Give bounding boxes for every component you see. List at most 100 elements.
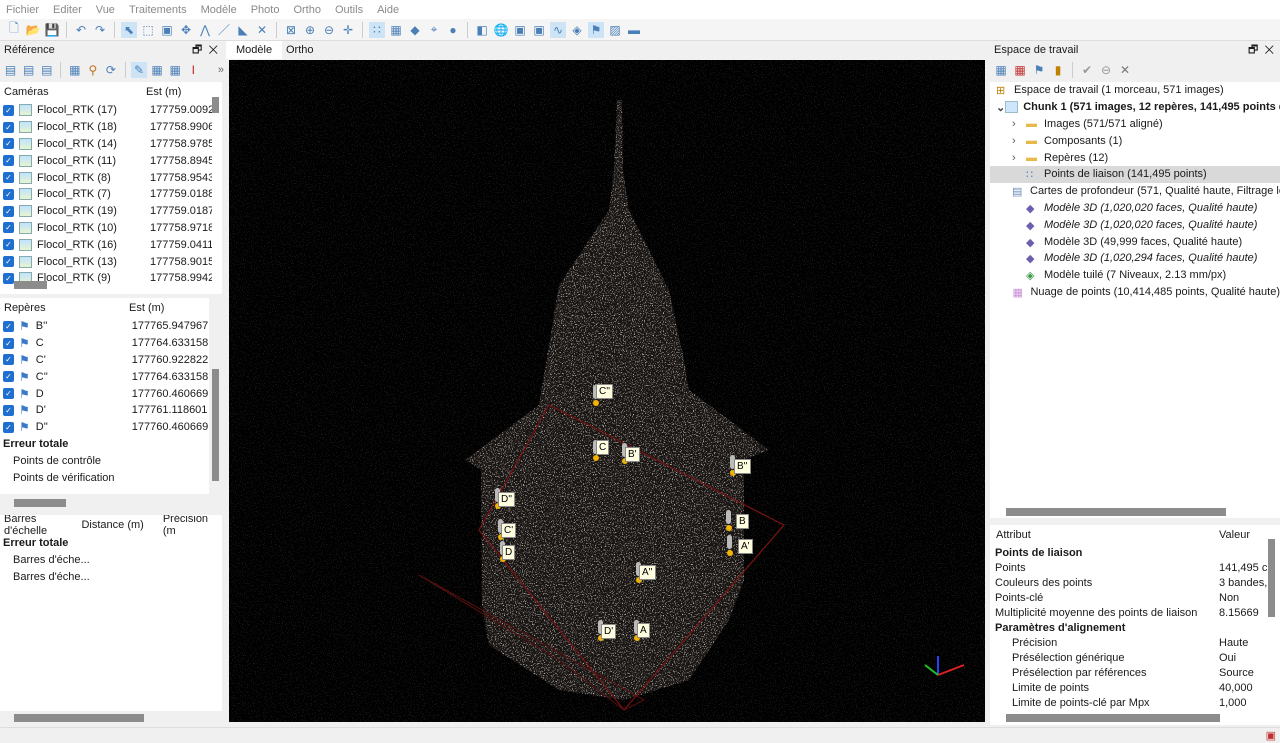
chevron-down-icon[interactable]: ⌄ bbox=[996, 101, 1005, 114]
column-header[interactable]: Barres d'échelle bbox=[0, 515, 81, 537]
zoom-out-icon[interactable]: ⊖ bbox=[321, 22, 337, 38]
profile-icon[interactable]: ◣ bbox=[235, 22, 251, 38]
chevron-right-icon[interactable]: › bbox=[1012, 118, 1026, 130]
marker-row[interactable]: ✓ ⚑ B'' 177765.947967 bbox=[0, 318, 209, 335]
chunk-item[interactable]: ⌄ Chunk 1 (571 images, 12 repères, 141,49… bbox=[990, 99, 1280, 116]
menu-item[interactable]: Outils bbox=[335, 4, 363, 16]
enable-icon[interactable]: ✔ bbox=[1079, 62, 1095, 78]
globe-icon[interactable]: 🌐 bbox=[493, 22, 509, 38]
column-header[interactable]: Est (m) bbox=[129, 302, 164, 314]
marker-label[interactable]: A bbox=[637, 623, 650, 638]
checkbox[interactable]: ✓ bbox=[3, 155, 14, 167]
camera-icon[interactable]: ▣ bbox=[512, 22, 528, 38]
checkbox[interactable]: ✓ bbox=[3, 172, 14, 184]
vertical-scrollbar[interactable] bbox=[212, 97, 219, 113]
checkbox[interactable]: ✓ bbox=[3, 354, 14, 366]
close-icon[interactable]: ✕ bbox=[1264, 44, 1274, 56]
workspace-item[interactable]: ◆ Modèle 3D (1,020,020 faces, Qualité hau… bbox=[990, 216, 1280, 233]
tab-modele[interactable]: Modèle bbox=[226, 41, 283, 59]
column-header[interactable]: Repères bbox=[0, 302, 129, 314]
marker-label[interactable]: D bbox=[502, 545, 516, 560]
marker-row[interactable]: ✓ ⚑ C' 177760.922822 bbox=[0, 352, 209, 369]
more-icon[interactable]: » bbox=[218, 64, 224, 76]
marker-label[interactable]: D' bbox=[601, 624, 617, 639]
marker-label[interactable]: C bbox=[596, 440, 610, 455]
mask-icon[interactable]: ◧ bbox=[474, 22, 490, 38]
marker-row[interactable]: ✓ ⚑ D' 177761.118601 bbox=[0, 402, 209, 419]
camera-row[interactable]: ✓ Flocol_RTK (14) 177758.97856 bbox=[0, 136, 222, 153]
marker-label[interactable]: B' bbox=[625, 447, 640, 462]
marker-pin-icon[interactable] bbox=[727, 535, 733, 556]
workspace-item[interactable]: › ▬ Images (571/571 aligné) bbox=[990, 116, 1280, 133]
marker-label[interactable]: A'' bbox=[639, 565, 656, 580]
checkbox[interactable]: ✓ bbox=[3, 104, 14, 116]
select-icon[interactable]: ⬉ bbox=[121, 21, 137, 38]
workspace-item[interactable]: › ▬ Composants (1) bbox=[990, 132, 1280, 149]
crop-icon[interactable]: ⊠ bbox=[283, 22, 299, 38]
delete-icon[interactable]: ✕ bbox=[254, 22, 270, 38]
camera-row[interactable]: ✓ Flocol_RTK (18) 177758.99065 bbox=[0, 119, 222, 136]
source-values-icon[interactable]: ✎ bbox=[131, 62, 147, 78]
column-header[interactable]: Distance (m) bbox=[81, 519, 162, 531]
add-chunk-icon[interactable]: ▦ bbox=[993, 62, 1009, 78]
camera-row[interactable]: ✓ Flocol_RTK (13) 177758.90157 bbox=[0, 253, 222, 270]
checkbox[interactable]: ✓ bbox=[3, 421, 14, 433]
marker-label[interactable]: C'' bbox=[596, 384, 614, 399]
ruler-icon[interactable]: ／ bbox=[216, 22, 232, 38]
checkbox[interactable]: ✓ bbox=[3, 404, 14, 416]
import-icon[interactable]: ▤ bbox=[3, 62, 18, 78]
redo-icon[interactable]: ↷ bbox=[92, 22, 108, 38]
point-cloud-icon[interactable]: ▦ bbox=[388, 22, 404, 38]
checkbox[interactable]: ✓ bbox=[3, 320, 14, 332]
convert-icon[interactable]: ▤ bbox=[39, 62, 54, 78]
camera-row[interactable]: ✓ Flocol_RTK (10) 177758.97187 bbox=[0, 220, 222, 237]
checkbox[interactable]: ✓ bbox=[3, 138, 14, 150]
marker-label[interactable]: B'' bbox=[734, 459, 751, 474]
checkbox[interactable]: ✓ bbox=[3, 272, 14, 284]
ground-icon[interactable]: ▬ bbox=[626, 22, 642, 38]
rect-select-icon[interactable]: ⬚ bbox=[140, 22, 156, 38]
menu-item[interactable]: Modèle bbox=[201, 4, 237, 16]
workspace-item[interactable]: ◆ Modèle 3D (1,020,020 faces, Qualité hau… bbox=[990, 200, 1280, 217]
float-icon[interactable]: 🗗 bbox=[192, 44, 202, 56]
menu-item[interactable]: Vue bbox=[96, 4, 115, 16]
scalebar-row[interactable]: Barres d'éche... bbox=[0, 569, 222, 586]
check-points-row[interactable]: Points de vérification bbox=[0, 469, 209, 486]
column-header[interactable]: Précision (m bbox=[163, 515, 222, 537]
calculator-icon[interactable]: ▦ bbox=[67, 62, 82, 78]
control-points-row[interactable]: Points de contrôle bbox=[0, 452, 209, 469]
display-icon[interactable]: ▣ bbox=[531, 22, 547, 38]
export-icon[interactable]: ▤ bbox=[21, 62, 36, 78]
checkbox[interactable]: ✓ bbox=[3, 239, 14, 251]
disable-icon[interactable]: ⊖ bbox=[1098, 62, 1114, 78]
shapes-icon[interactable]: ∿ bbox=[550, 21, 566, 38]
marker-label[interactable]: A' bbox=[738, 539, 753, 554]
add-marker-icon[interactable]: ▮ bbox=[1050, 62, 1066, 78]
camera-row[interactable]: ✓ Flocol_RTK (17) 177759.00924 bbox=[0, 102, 222, 119]
menu-item[interactable]: Traitements bbox=[129, 4, 187, 16]
column-header[interactable]: Valeur bbox=[1219, 529, 1250, 541]
float-icon[interactable]: 🗗 bbox=[1248, 44, 1258, 56]
variance-icon[interactable]: I bbox=[186, 62, 201, 78]
errors-icon[interactable]: ▦ bbox=[150, 62, 165, 78]
marker-label[interactable]: C' bbox=[501, 523, 517, 538]
menu-item[interactable]: Editer bbox=[53, 4, 82, 16]
shading-icon[interactable]: ◈ bbox=[569, 22, 585, 38]
workspace-item[interactable]: ◆ Modèle 3D (1,020,294 faces, Qualité hau… bbox=[990, 250, 1280, 267]
horizontal-scrollbar[interactable] bbox=[1006, 714, 1220, 722]
notification-icon[interactable]: ▣ bbox=[1266, 729, 1276, 742]
workspace-item[interactable]: › ▬ Repères (12) bbox=[990, 149, 1280, 166]
checkbox[interactable]: ✓ bbox=[3, 121, 14, 133]
checkbox[interactable]: ✓ bbox=[3, 222, 14, 234]
scalebar-row[interactable]: Barres d'éche... bbox=[0, 552, 222, 569]
reset-view-icon[interactable]: ✛ bbox=[340, 22, 356, 38]
column-header[interactable]: Caméras bbox=[0, 86, 146, 98]
tab-ortho[interactable]: Ortho bbox=[276, 41, 324, 59]
region-icon[interactable]: ⌖ bbox=[426, 22, 442, 38]
column-header[interactable]: Est (m) bbox=[146, 86, 181, 98]
marker-label[interactable]: B bbox=[736, 514, 749, 529]
checkbox[interactable]: ✓ bbox=[3, 188, 14, 200]
draw-polyline-icon[interactable]: ⋀ bbox=[197, 22, 213, 38]
workspace-root[interactable]: ⊞ Espace de travail (1 morceau, 571 image… bbox=[990, 82, 1280, 99]
tie-points-icon[interactable]: ∷ bbox=[369, 21, 385, 38]
